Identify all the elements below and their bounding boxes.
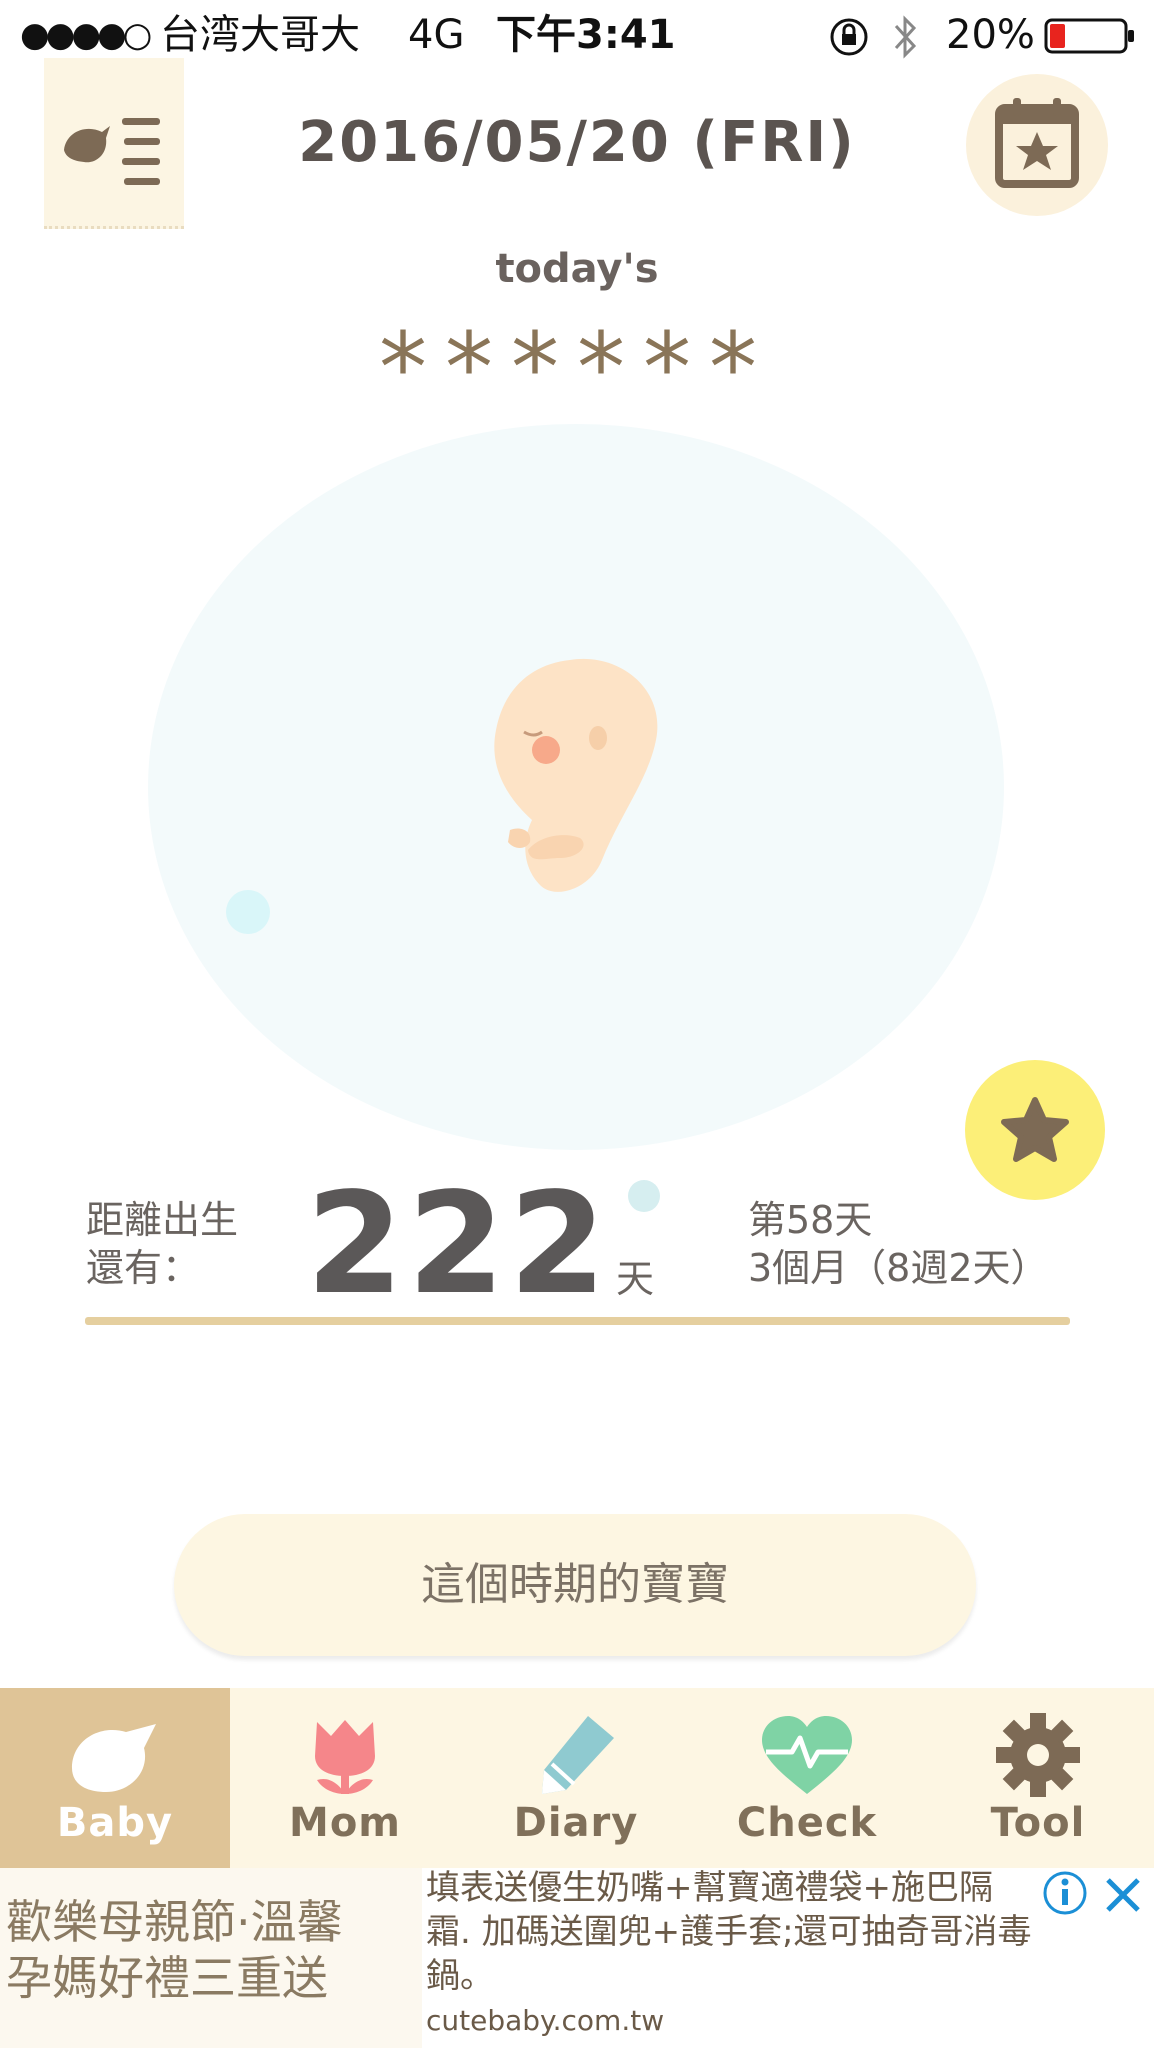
tab-baby[interactable]: Baby [0, 1688, 230, 1868]
gear-icon [996, 1713, 1080, 1797]
ad-headline[interactable]: 歡樂母親節·溫馨 孕媽好禮三重送 [6, 1894, 343, 2006]
tab-mom[interactable]: Mom [230, 1688, 460, 1868]
carrier-name: 台湾大哥大 [160, 12, 360, 58]
ad-url[interactable]: cutebaby.com.tw [426, 2004, 664, 2037]
tab-diary[interactable]: Diary [461, 1688, 691, 1868]
star-rating: ****** [379, 312, 775, 424]
todays-label: today's [495, 246, 659, 292]
bluetooth-icon [890, 14, 920, 64]
bubble-decoration [628, 1180, 660, 1212]
status-time: 下午3:41 [496, 12, 676, 58]
countdown-label: 距離出生 還有： [86, 1196, 238, 1292]
calendar-star-icon [995, 98, 1079, 188]
bird-icon [72, 1724, 156, 1792]
tab-label: Diary [513, 1800, 639, 1846]
baby-this-period-button[interactable]: 這個時期的寶寶 [174, 1514, 976, 1656]
embryo-image [470, 650, 690, 914]
tab-bar: Baby Mom Diary Check Tool [0, 1688, 1154, 1868]
pregnancy-day: 第58天 [748, 1198, 873, 1242]
days-remaining: 222 [306, 1163, 611, 1326]
tab-label: Check [736, 1800, 878, 1846]
star-icon [1001, 1097, 1069, 1162]
days-unit: 天 [616, 1257, 655, 1301]
network-type: 4G [408, 12, 465, 58]
pregnancy-progress: 第58天 3個月（8週2天） [748, 1196, 1049, 1292]
pregnancy-months: 3個月（8週2天） [748, 1246, 1049, 1290]
calendar-button[interactable] [966, 74, 1108, 216]
orientation-lock-icon [828, 16, 870, 62]
countdown-label-line1: 距離出生 [86, 1198, 239, 1242]
tab-label: Mom [289, 1800, 401, 1846]
ad-headline-line1: 歡樂母親節·溫馨 [6, 1895, 343, 1949]
heartbeat-icon [762, 1716, 852, 1794]
tab-label: Baby [56, 1800, 174, 1846]
pencil-icon [542, 1716, 614, 1794]
battery-percent: 20% [946, 12, 1035, 58]
divider [85, 1317, 1070, 1325]
tab-tool[interactable]: Tool [923, 1688, 1153, 1868]
close-icon[interactable] [1100, 1872, 1146, 1918]
battery-icon [1044, 18, 1136, 58]
tulip-icon [315, 1720, 375, 1794]
tab-label: Tool [990, 1800, 1086, 1846]
bubble-decoration [226, 890, 270, 934]
favorite-button[interactable] [965, 1060, 1105, 1200]
tab-check[interactable]: Check [692, 1688, 922, 1868]
ad-body[interactable]: 填表送優生奶嘴+幫寶適禮袋+施巴隔 霜. 加碼送圍兜+護手套;還可抽奇哥消毒 鍋… [426, 1866, 1126, 1998]
countdown-label-line2: 還有： [86, 1246, 201, 1290]
ad-headline-line2: 孕媽好禮三重送 [6, 1951, 328, 2005]
info-icon[interactable] [1042, 1870, 1088, 1916]
